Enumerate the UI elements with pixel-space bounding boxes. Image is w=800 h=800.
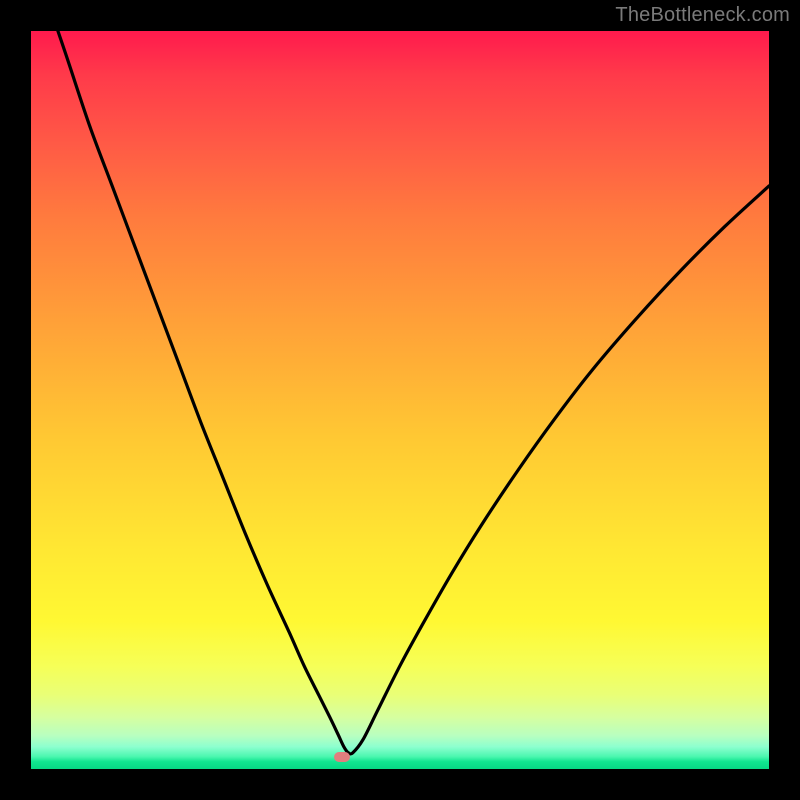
bottleneck-curve — [31, 31, 769, 769]
plot-frame — [31, 31, 769, 769]
watermark-text: TheBottleneck.com — [615, 4, 790, 27]
chart-container: TheBottleneck.com — [0, 0, 800, 800]
minimum-marker — [334, 752, 350, 762]
plot-area — [31, 31, 769, 769]
